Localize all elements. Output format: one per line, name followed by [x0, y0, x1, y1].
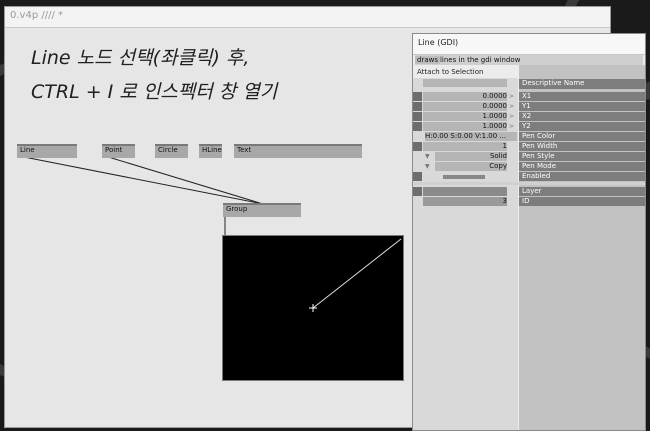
pin-marker [413, 102, 422, 111]
pin-row-pen-width[interactable]: 1 Pen Width [413, 142, 645, 152]
pin-row-id[interactable]: 3 ID [413, 197, 645, 207]
pin-name-layer: Layer [519, 187, 645, 196]
rendered-line [312, 238, 402, 309]
wire-line-to-group [18, 155, 264, 205]
pin-row-x1[interactable]: 0.0000 > X1 [413, 92, 645, 102]
pin-name-pen-style: Pen Style [519, 152, 645, 161]
pin-name-x2: X2 [519, 112, 645, 121]
node-text[interactable]: Text [234, 144, 362, 158]
renderer-canvas [309, 238, 402, 312]
dropdown-triangle-icon: ▼ [425, 153, 430, 160]
pin-row-x2[interactable]: 1.0000 > X2 [413, 112, 645, 122]
pin-value-pen-color[interactable]: H:0.00 S:0.00 V:1.00 ... [425, 132, 517, 141]
pin-name-y2: Y2 [519, 122, 645, 131]
pin-name-y1: Y1 [519, 102, 645, 111]
pin-arrow-icon: > [509, 103, 515, 110]
help-text: lines in the gdi window [439, 56, 521, 64]
enabled-toggle-bar[interactable] [443, 175, 485, 179]
inspector-help: draws lines in the gdi window [415, 55, 643, 65]
pin-row-enabled[interactable]: Enabled [413, 172, 645, 182]
pin-value-x2[interactable]: 1.0000 [423, 112, 507, 121]
pin-marker [413, 187, 422, 196]
pin-value-id: 3 [423, 197, 507, 206]
pin-row-pen-mode[interactable]: ▼ Copy Pen Mode [413, 162, 645, 172]
node-line-label: Line [20, 146, 35, 154]
node-point-label: Point [105, 146, 123, 154]
pin-name-pen-mode: Pen Mode [519, 162, 645, 171]
pin-value-y1[interactable]: 0.0000 [423, 102, 507, 111]
pin-name-pen-color: Pen Color [519, 132, 645, 141]
pin-marker [413, 92, 422, 101]
node-circle-label: Circle [158, 146, 178, 154]
inspector-title: Line (GDI) [418, 38, 459, 47]
pin-row-layer[interactable]: Layer [413, 187, 645, 197]
pin-name-enabled: Enabled [519, 172, 645, 181]
pin-value-y2[interactable]: 1.0000 [423, 122, 507, 131]
pin-value-layer [423, 187, 507, 196]
pin-value-x1[interactable]: 0.0000 [423, 92, 507, 101]
help-prefix: draws [415, 56, 440, 64]
node-hline-label: HLine [202, 146, 222, 154]
pin-marker [413, 172, 422, 181]
pin-marker [413, 112, 422, 121]
pin-marker [413, 142, 422, 151]
pin-name-x1: X1 [519, 92, 645, 101]
node-point[interactable]: Point [102, 144, 135, 158]
descriptive-name-header: Descriptive Name [519, 79, 645, 89]
pin-name-id: ID [519, 197, 645, 206]
pin-row-pen-color[interactable]: H:0.00 S:0.00 V:1.00 ... Pen Color [413, 132, 645, 142]
node-line[interactable]: Line [17, 144, 77, 158]
pin-arrow-icon: > [509, 93, 515, 100]
node-circle[interactable]: Circle [155, 144, 188, 158]
node-hline[interactable]: HLine [199, 144, 222, 158]
pin-row-y1[interactable]: 0.0000 > Y1 [413, 102, 645, 112]
pin-value-pen-style[interactable]: Solid [435, 152, 507, 161]
inspector-titlebar[interactable]: Line (GDI) [413, 34, 645, 55]
pin-arrow-icon: > [509, 113, 515, 120]
wire-point-to-group [104, 155, 264, 205]
node-group[interactable]: Group [223, 203, 301, 217]
dropdown-triangle-icon: ▼ [425, 163, 430, 170]
pin-row-y2[interactable]: 1.0000 > Y2 [413, 122, 645, 132]
pin-arrow-icon: > [509, 123, 515, 130]
pin-value-pen-width[interactable]: 1 [423, 142, 507, 151]
renderer-window[interactable] [222, 235, 404, 381]
node-group-label: Group [226, 205, 248, 213]
pin-value-pen-mode[interactable]: Copy [435, 162, 507, 171]
pin-name-pen-width: Pen Width [519, 142, 645, 151]
attach-field[interactable] [423, 79, 507, 87]
node-text-label: Text [237, 146, 252, 154]
section-divider [413, 182, 645, 185]
inspector-window[interactable]: Line (GDI) draws lines in the gdi window … [412, 33, 646, 431]
pin-marker [413, 122, 422, 131]
attach-to-selection-label[interactable]: Attach to Selection [417, 68, 483, 76]
pin-row-pen-style[interactable]: ▼ Solid Pen Style [413, 152, 645, 162]
